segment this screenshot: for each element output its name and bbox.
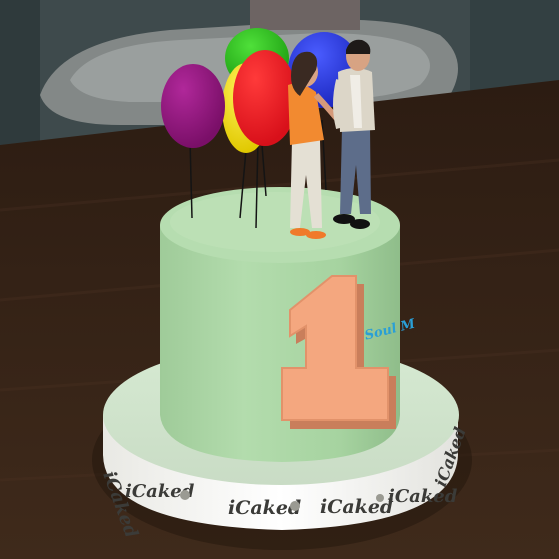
game-viewport[interactable]: iCaked iCaked iCaked iCaked iCaked iCake… (0, 0, 559, 559)
balloon-purple (161, 64, 225, 148)
scene-canvas: iCaked iCaked iCaked iCaked iCaked iCake… (0, 0, 559, 559)
background-figure (250, 0, 360, 30)
balloon-red (233, 50, 297, 146)
wall-shadow (0, 0, 40, 150)
brand-label: iCaked (228, 497, 301, 519)
